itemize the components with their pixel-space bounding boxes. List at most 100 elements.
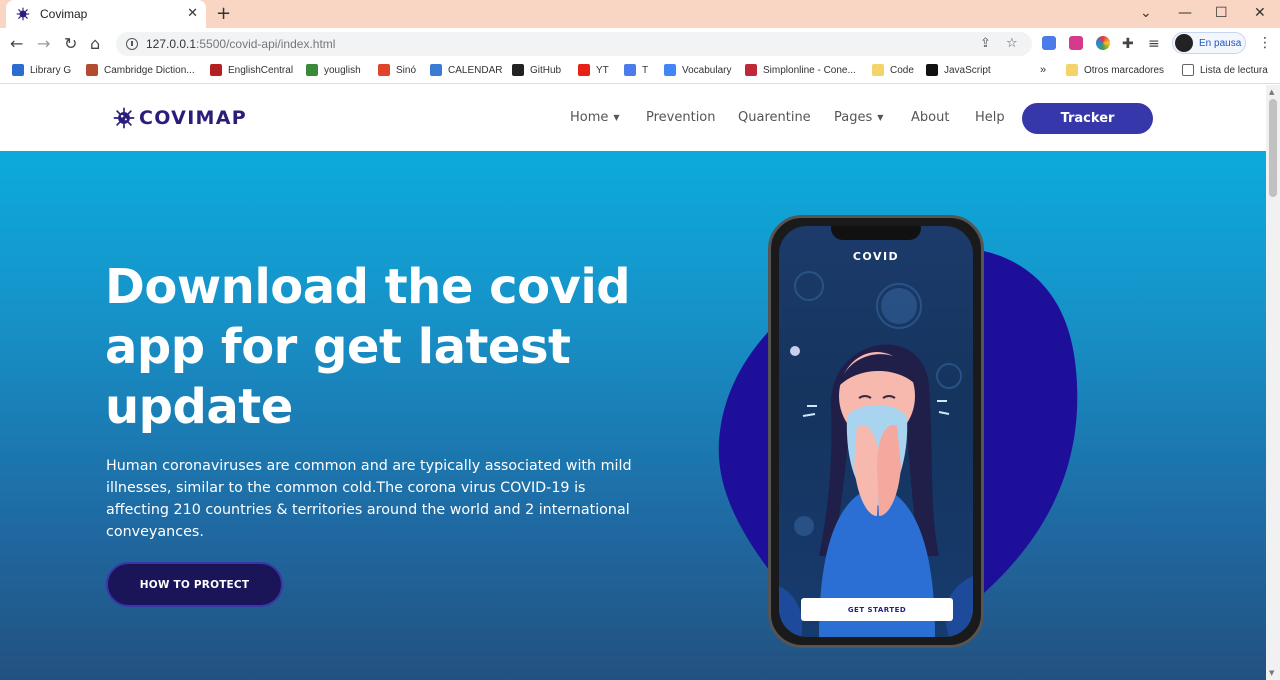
grid-extension-icon[interactable]: [1069, 36, 1083, 50]
browser-toolbar: ← → ↻ ⌂ 127.0.0.1:5500/covid-api/index.h…: [0, 28, 1280, 60]
phone-mockup: COVID GET STARTED: [768, 215, 984, 648]
browser-tab-bar: Covimap ✕ + ⌄ — ☐ ✕: [0, 0, 1280, 28]
site-header: COVIMAP Home ▼ Prevention Quarentine Page…: [0, 85, 1266, 151]
profile-status-label: En pausa: [1199, 37, 1242, 49]
bookmarks-overflow-icon[interactable]: »: [1040, 64, 1046, 76]
site-logo[interactable]: COVIMAP: [113, 107, 247, 129]
nav-item-pages[interactable]: Pages ▼: [834, 110, 883, 125]
bookmark-favicon-icon: [512, 64, 524, 76]
bookmark-item[interactable]: Code: [872, 64, 914, 76]
bookmark-item[interactable]: GitHub: [512, 64, 561, 76]
reload-button[interactable]: ↻: [64, 34, 77, 54]
back-button[interactable]: ←: [10, 34, 23, 54]
share-icon[interactable]: ⇪: [980, 35, 991, 53]
bookmark-item[interactable]: Library G: [12, 64, 71, 76]
bookmark-favicon-icon: [664, 64, 676, 76]
bookmark-label: T: [642, 64, 649, 76]
bookmark-label: JavaScript: [944, 64, 991, 76]
virus-favicon-icon: [16, 7, 30, 21]
bookmark-favicon-icon: [745, 64, 757, 76]
site-info-icon[interactable]: [126, 38, 138, 50]
tab-close-icon[interactable]: ✕: [187, 6, 198, 22]
bookmark-label: youglish: [324, 64, 361, 76]
nav-item-home[interactable]: Home ▼: [570, 110, 620, 125]
bookmark-label: Sinó: [396, 64, 417, 76]
caret-down-icon: ▼: [877, 113, 884, 122]
covid-illustration: [779, 271, 973, 637]
url-text: 127.0.0.1:5500/covid-api/index.html: [146, 37, 336, 51]
bookmark-favicon-icon: [872, 64, 884, 76]
bookmark-favicon-icon: [306, 64, 318, 76]
scroll-up-icon[interactable]: ▲: [1269, 88, 1274, 96]
minimize-button[interactable]: —: [1178, 4, 1192, 22]
how-to-protect-button[interactable]: HOW TO PROTECT: [106, 562, 283, 607]
media-queue-icon[interactable]: ≡: [1148, 34, 1160, 54]
folder-icon: [1066, 64, 1078, 76]
bookmark-label: GitHub: [530, 64, 562, 76]
get-started-button[interactable]: GET STARTED: [801, 598, 953, 621]
bookmark-item[interactable]: JavaScript: [926, 64, 991, 76]
bookmark-item[interactable]: Sinó: [378, 64, 416, 76]
nav-item-about[interactable]: About: [911, 110, 949, 125]
bookmark-label: Cambridge Diction...: [104, 64, 195, 76]
browser-tab[interactable]: Covimap ✕: [6, 0, 206, 28]
bookmark-label: CALENDAR: [448, 64, 503, 76]
nav-item-prevention[interactable]: Prevention: [646, 110, 716, 125]
reading-list-button[interactable]: Lista de lectura: [1182, 64, 1268, 76]
new-tab-button[interactable]: +: [216, 4, 231, 24]
bookmark-item[interactable]: YT: [578, 64, 609, 76]
bookmark-label: Code: [890, 64, 914, 76]
bookmark-item[interactable]: youglish: [306, 64, 361, 76]
scrollbar-thumb[interactable]: [1269, 99, 1277, 197]
bookmark-item[interactable]: Vocabulary: [664, 64, 731, 76]
bookmark-label: Vocabulary: [682, 64, 732, 76]
avatar: [1175, 34, 1193, 52]
address-bar[interactable]: 127.0.0.1:5500/covid-api/index.html ⇪ ☆: [116, 32, 1032, 56]
phone-screen: COVID GET STARTED: [779, 226, 973, 637]
other-bookmarks-folder[interactable]: Otros marcadores: [1066, 64, 1164, 76]
bookmark-favicon-icon: [578, 64, 590, 76]
bookmark-label: Library G: [30, 64, 72, 76]
bookmark-label: YT: [596, 64, 609, 76]
bookmark-favicon-icon: [12, 64, 24, 76]
hero-title: Download the covid app for get latest up…: [105, 259, 631, 435]
bookmark-item[interactable]: CALENDAR: [430, 64, 502, 76]
tab-search-icon[interactable]: ⌄: [1140, 4, 1152, 22]
bookmark-item[interactable]: T: [624, 64, 648, 76]
bookmark-label: Simplonline - Cone...: [763, 64, 856, 76]
translate-extension-icon[interactable]: [1042, 36, 1056, 50]
home-button[interactable]: ⌂: [90, 34, 100, 54]
bookmark-favicon-icon: [430, 64, 442, 76]
bookmark-favicon-icon: [378, 64, 390, 76]
forward-button[interactable]: →: [37, 34, 50, 54]
page-scrollbar[interactable]: ▲ ▼: [1266, 85, 1280, 680]
bookmark-item[interactable]: Cambridge Diction...: [86, 64, 195, 76]
extensions-puzzle-icon[interactable]: ✚: [1122, 34, 1134, 54]
bookmark-label: EnglishCentral: [228, 64, 294, 76]
scroll-down-icon[interactable]: ▼: [1269, 669, 1274, 677]
caret-down-icon: ▼: [613, 113, 620, 122]
hero-section: Download the covid app for get latest up…: [0, 151, 1266, 680]
bookmark-star-icon[interactable]: ☆: [1006, 35, 1018, 53]
reading-list-icon: [1182, 64, 1194, 76]
logo-text: COVIMAP: [139, 107, 247, 129]
bookmark-favicon-icon: [624, 64, 636, 76]
bookmark-item[interactable]: EnglishCentral: [210, 64, 293, 76]
bookmarks-bar: » Otros marcadores Lista de lectura Libr…: [0, 60, 1280, 84]
maximize-button[interactable]: ☐: [1215, 4, 1228, 22]
bookmark-favicon-icon: [86, 64, 98, 76]
color-extension-icon[interactable]: [1096, 36, 1110, 50]
browser-menu-icon[interactable]: ⋮: [1258, 34, 1272, 52]
phone-app-title: COVID: [852, 250, 900, 263]
profile-button[interactable]: En pausa: [1172, 32, 1246, 54]
tab-title: Covimap: [40, 7, 88, 21]
bookmark-item[interactable]: Simplonline - Cone...: [745, 64, 856, 76]
nav-item-quarentine[interactable]: Quarentine: [738, 110, 811, 125]
tracker-button[interactable]: Tracker: [1022, 103, 1153, 134]
close-window-button[interactable]: ✕: [1254, 4, 1266, 22]
bookmark-favicon-icon: [926, 64, 938, 76]
nav-item-help[interactable]: Help: [975, 110, 1005, 125]
hero-description: Human coronaviruses are common and are t…: [106, 458, 632, 540]
virus-logo-icon: [113, 107, 135, 129]
bookmark-favicon-icon: [210, 64, 222, 76]
